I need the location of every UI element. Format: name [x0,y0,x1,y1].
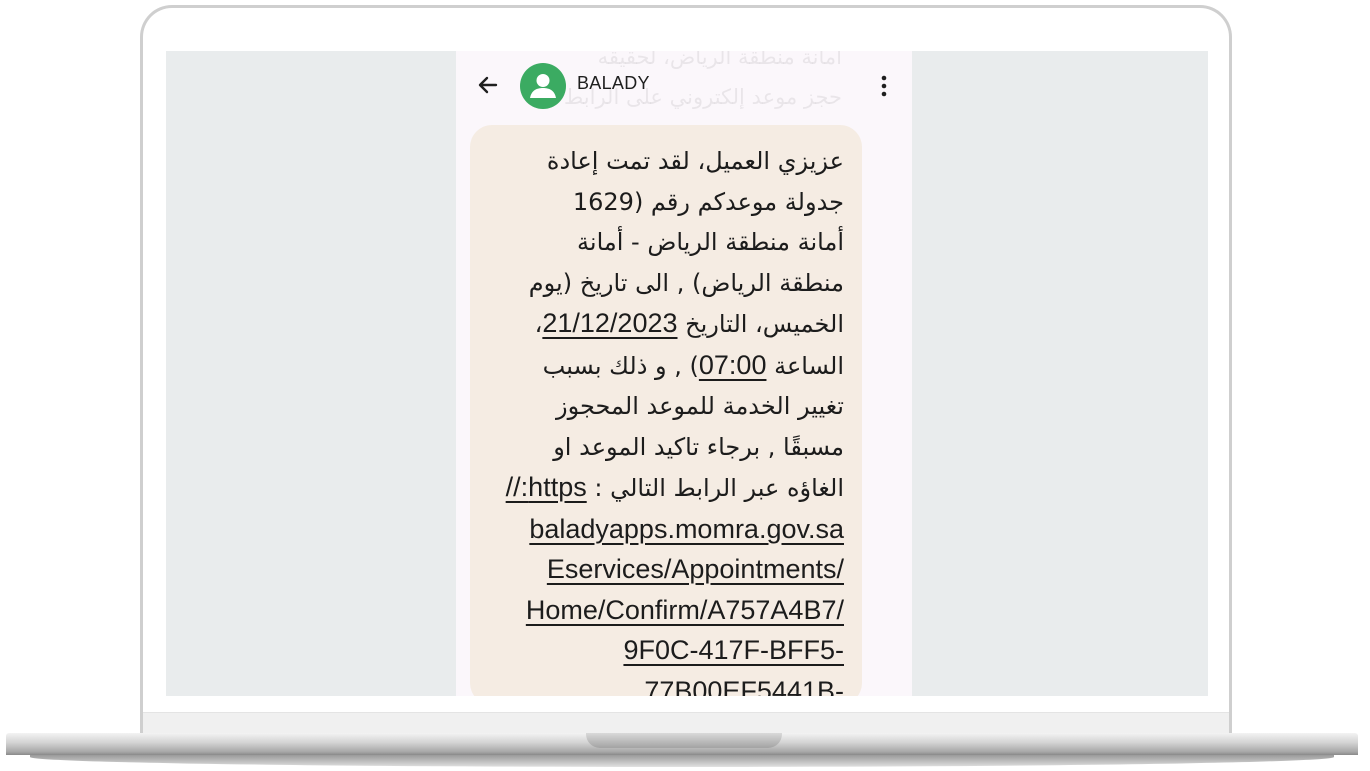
message-line: عزيزي العميل، لقد تمت إعادة [546,147,844,175]
confirm-url-link[interactable]: -77B00EF5441B [490,671,844,697]
back-button[interactable] [474,71,502,99]
confirm-url-link[interactable]: -9F0C-417F-BFF5 [490,630,844,671]
message-line: أمانة منطقة الرياض - أمانة [577,228,844,256]
message-line: منطقة الرياض) , الى تاريخ (يوم [528,268,844,297]
more-vert-icon [881,75,887,97]
laptop-opening-notch [586,733,782,748]
confirm-url-link[interactable]: /Eservices/Appointments [490,549,844,590]
message-line: تغيير الخدمة للموعد المحجوز [556,392,844,420]
laptop-base-edge [30,755,1334,767]
phone-screenshot: أمانة منطقة الرياض، لحقيقه حجز موعد إلكت… [456,51,912,696]
confirm-url-link[interactable]: /Home/Confirm/A757A4B7 [490,590,844,631]
date-prefix: الخميس، التاريخ [677,310,844,338]
confirm-url-link[interactable]: https:// [506,472,587,502]
time-prefix: الساعة [766,351,844,380]
lid-hinge-strip [143,712,1229,733]
person-avatar-icon [530,74,556,98]
date-link[interactable]: 21/12/2023 [542,308,677,338]
sender-name: BALADY [577,73,650,93]
message-line: مسبقًا , برجاء تاكيد الموعد او [553,432,844,461]
message-line: الخميس، التاريخ 21/12/2023، [490,303,844,345]
conversation-header: BALADY [456,51,912,123]
time-suffix: ) , و ذلك بسبب [542,351,699,380]
laptop-screen: أمانة منطقة الرياض، لحقيقه حجز موعد إلكت… [166,51,1208,696]
link-prefix: الغاؤه عبر الرابط التالي : [586,474,844,502]
confirm-url-link[interactable]: baladyapps.momra.gov.sa [490,509,844,550]
time-link[interactable]: 07:00 [699,350,767,380]
arrow-back-icon [478,76,498,94]
message-bubble: عزيزي العميل، لقد تمت إعادة جدولة موعدكم… [470,125,862,696]
message-line: الغاؤه عبر الرابط التالي : https:// [490,467,844,509]
sender-avatar[interactable] [520,63,566,109]
message-line: جدولة موعدكم رقم (1629 [572,187,844,216]
screen-bezel-bottom [143,696,1229,712]
more-options-button[interactable] [874,73,894,99]
message-line: الساعة 07:00) , و ذلك بسبب [490,345,844,387]
